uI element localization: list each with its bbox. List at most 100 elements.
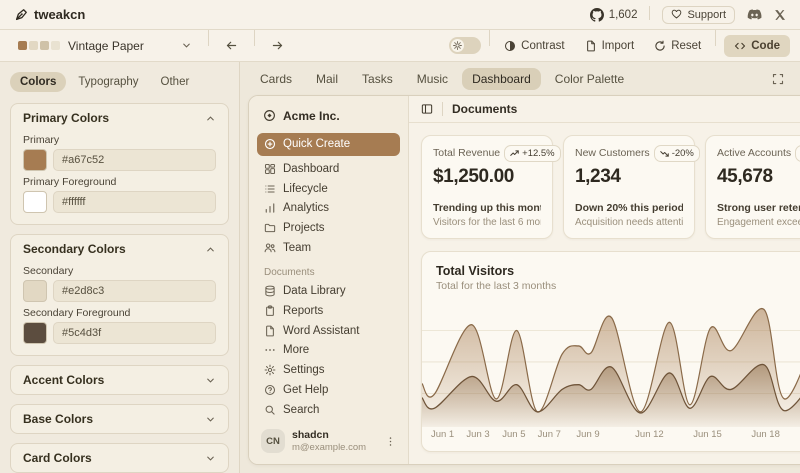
code-button[interactable]: Code xyxy=(724,35,790,57)
accordion-header[interactable]: Primary Colors xyxy=(11,104,228,132)
accordion-header[interactable]: Accent Colors xyxy=(11,366,228,394)
light-dark-toggle[interactable] xyxy=(449,37,481,54)
sidebar-item-label: Analytics xyxy=(283,202,329,214)
github-icon xyxy=(590,8,604,22)
sidebar-item-label: Settings xyxy=(283,364,325,376)
fullscreen-icon[interactable] xyxy=(772,73,790,85)
tab-cards[interactable]: Cards xyxy=(250,68,302,90)
section-title: Accent Colors xyxy=(23,373,104,387)
sidebar-item-settings[interactable]: Settings xyxy=(257,360,400,380)
divider xyxy=(489,30,490,46)
chevron-down-icon xyxy=(205,414,216,425)
section-title: Secondary Colors xyxy=(23,242,126,256)
sidebar-item-label: Dashboard xyxy=(283,163,339,175)
tab-mail[interactable]: Mail xyxy=(306,68,348,90)
list-icon xyxy=(264,183,276,195)
heart-icon xyxy=(671,9,682,20)
redo-arrow-button[interactable] xyxy=(263,35,292,56)
x-tick-label: Jun 5 xyxy=(502,429,525,440)
color-value-input-primary[interactable] xyxy=(53,149,216,171)
reset-button[interactable]: Reset xyxy=(648,36,707,56)
color-value-input-primary-foreground[interactable] xyxy=(53,191,216,213)
code-icon xyxy=(734,40,746,52)
sidebar-item-word-assistant[interactable]: Word Assistant xyxy=(257,321,400,341)
x-twitter-icon[interactable] xyxy=(774,9,786,21)
tab-dashboard[interactable]: Dashboard xyxy=(462,68,541,90)
sidebar-item-projects[interactable]: Projects xyxy=(257,218,400,238)
sidebar-item-label: Projects xyxy=(283,222,325,234)
tab-typography[interactable]: Typography xyxy=(68,72,148,92)
sidebar-item-team[interactable]: Team xyxy=(257,238,400,258)
user-menu[interactable]: CN shadcn m@example.com xyxy=(257,424,400,458)
app-logo[interactable]: tweakcn xyxy=(14,7,85,22)
sidebar-item-label: Lifecycle xyxy=(283,183,328,195)
support-label: Support xyxy=(687,9,726,21)
sidebar-item-more[interactable]: More xyxy=(257,340,400,360)
theme-swatch xyxy=(18,41,27,50)
discord-icon[interactable] xyxy=(747,9,762,21)
sidebar-item-data-library[interactable]: Data Library xyxy=(257,281,400,301)
sidebar-item-dashboard[interactable]: Dashboard xyxy=(257,159,400,179)
color-value-input-secondary[interactable] xyxy=(53,280,216,302)
sidebar-item-reports[interactable]: Reports xyxy=(257,301,400,321)
divider xyxy=(442,102,443,116)
theme-swatch-strip xyxy=(18,41,60,50)
sidebar-item-search[interactable]: Search xyxy=(257,400,400,420)
sidebar-item-label: More xyxy=(283,344,309,356)
x-tick-label: Jun 3 xyxy=(466,429,489,440)
sidebar-item-lifecycle[interactable]: Lifecycle xyxy=(257,179,400,199)
accordion-header[interactable]: Base Colors xyxy=(11,405,228,433)
sun-icon xyxy=(451,39,464,52)
divider xyxy=(254,30,255,46)
color-swatch-secondary-foreground[interactable] xyxy=(23,322,47,344)
contrast-button[interactable]: Contrast xyxy=(498,36,570,56)
section-primary-colors: Primary Colors Primary Primary Foregroun… xyxy=(10,103,229,225)
chart-series xyxy=(422,308,800,427)
section-base-colors: Base Colors xyxy=(10,404,229,434)
x-tick-label: Jun 18 xyxy=(751,429,780,440)
theme-selector[interactable]: Vintage Paper xyxy=(10,36,200,56)
x-tick-label: Jun 15 xyxy=(693,429,722,440)
color-swatch-primary-foreground[interactable] xyxy=(23,191,47,213)
org-switcher[interactable]: Acme Inc. xyxy=(257,104,400,128)
avatar: CN xyxy=(261,429,285,453)
stat-label: Active Accounts xyxy=(717,145,791,159)
accordion-header[interactable]: Card Colors xyxy=(11,444,228,472)
stat-value: 1,234 xyxy=(575,166,683,188)
dashboard-preview-panel: Acme Inc. Quick Create Dashboard Lifecyc… xyxy=(248,95,800,465)
sidebar-item-analytics[interactable]: Analytics xyxy=(257,198,400,218)
support-button[interactable]: Support xyxy=(662,6,735,24)
undo-arrow-button[interactable] xyxy=(217,35,246,56)
folder-icon xyxy=(264,222,276,234)
tab-tasks[interactable]: Tasks xyxy=(352,68,403,90)
color-value-input-secondary-foreground[interactable] xyxy=(53,322,216,344)
quick-create-button[interactable]: Quick Create xyxy=(257,133,400,157)
tab-music[interactable]: Music xyxy=(407,68,458,90)
preview-area: Cards Mail Tasks Music Dashboard Color P… xyxy=(240,62,800,473)
section-secondary-colors: Secondary Colors Secondary Secondary For… xyxy=(10,234,229,356)
stat-label: New Customers xyxy=(575,145,650,159)
stat-value: 45,678 xyxy=(717,166,800,188)
divider xyxy=(649,6,650,20)
field-label: Secondary xyxy=(23,265,216,277)
sidebar-item-get-help[interactable]: Get Help xyxy=(257,380,400,400)
github-stars-button[interactable]: 1,602 xyxy=(590,8,638,22)
sidebar-toggle-icon[interactable] xyxy=(421,103,433,115)
user-email: m@example.com xyxy=(292,442,378,453)
visitors-area-chart[interactable] xyxy=(422,298,800,427)
plus-circle-icon xyxy=(264,138,276,150)
tab-color-palette[interactable]: Color Palette xyxy=(545,68,634,90)
import-button[interactable]: Import xyxy=(579,36,641,56)
contrast-label: Contrast xyxy=(521,40,564,52)
accordion-header[interactable]: Secondary Colors xyxy=(11,235,228,263)
color-swatch-secondary[interactable] xyxy=(23,280,47,302)
tab-colors[interactable]: Colors xyxy=(10,72,66,92)
chart-subtitle: Total for the last 3 months xyxy=(422,278,800,298)
stat-description: Engagement exceed targets xyxy=(717,217,800,228)
color-swatch-primary[interactable] xyxy=(23,149,47,171)
tab-other[interactable]: Other xyxy=(151,72,200,92)
preview-tabs: Cards Mail Tasks Music Dashboard Color P… xyxy=(240,62,800,95)
gear-icon xyxy=(264,364,276,376)
help-circle-icon xyxy=(264,384,276,396)
section-accent-colors: Accent Colors xyxy=(10,365,229,395)
